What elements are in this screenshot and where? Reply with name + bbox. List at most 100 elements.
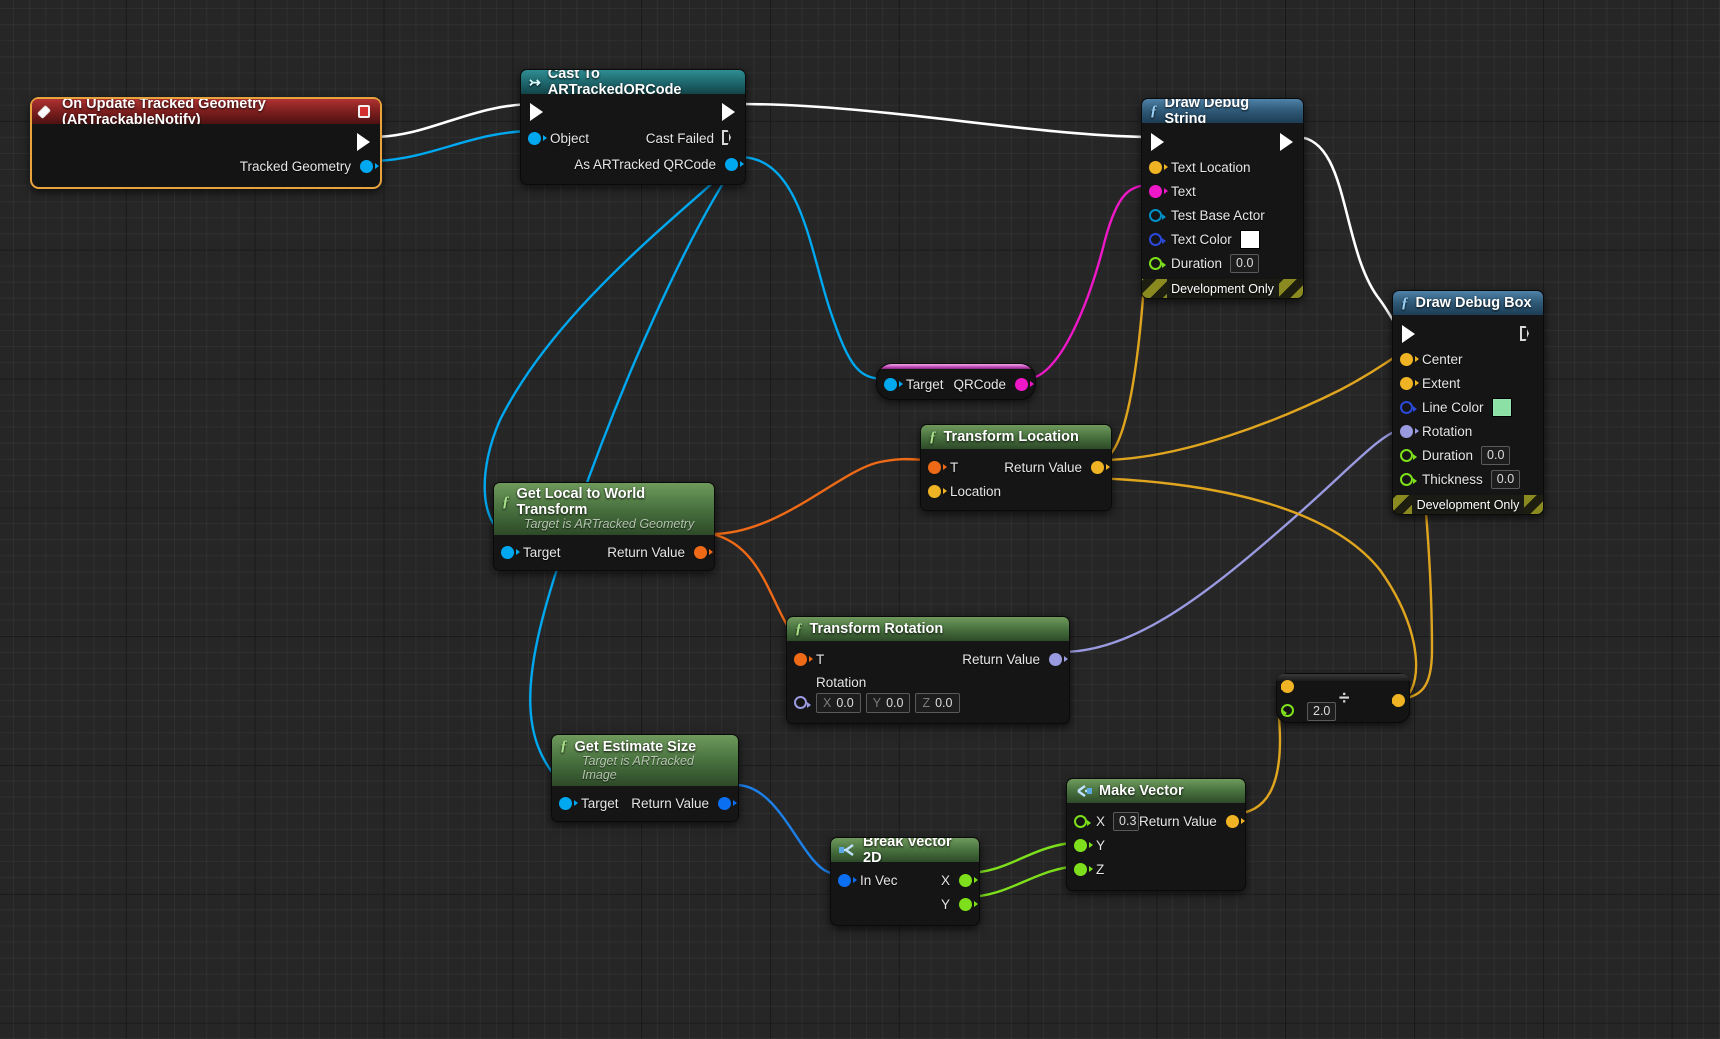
input-pin-extent[interactable]	[1400, 376, 1419, 390]
node-get-estimate-size[interactable]: ƒ Get Estimate Size Target is ARTracked …	[551, 734, 739, 822]
input-pin-y[interactable]	[1074, 838, 1093, 852]
pin-row-t[interactable]: T Return Value	[787, 647, 1069, 671]
pin-row-z[interactable]: Z	[1067, 857, 1245, 881]
node-get-local-to-world-transform[interactable]: ƒ Get Local to World Transform Target is…	[493, 482, 715, 571]
output-pin-qrcode[interactable]	[1015, 377, 1034, 391]
node-transform-location[interactable]: ƒ Transform Location T Return Value Loca…	[920, 424, 1112, 511]
exec-out-pin[interactable]	[722, 103, 736, 121]
pin-row-y[interactable]: Y	[1067, 833, 1245, 857]
pin-row-extent[interactable]: Extent	[1393, 371, 1543, 395]
input-pin-z[interactable]	[1074, 862, 1093, 876]
exec-out-pin[interactable]	[1280, 133, 1294, 151]
event-delegate-icon[interactable]	[358, 105, 370, 118]
pin-row-exec-out[interactable]	[32, 130, 380, 154]
node-event-on-update-tracked-geometry[interactable]: On Update Tracked Geometry (ARTrackableN…	[30, 97, 382, 189]
pin-row-t[interactable]: T Return Value	[921, 455, 1111, 479]
exec-in-pin[interactable]	[1402, 325, 1416, 343]
output-pin-return-value[interactable]	[1225, 814, 1245, 828]
pin-row-tracked-geometry[interactable]: Tracked Geometry	[32, 154, 380, 178]
exec-in-pin[interactable]	[530, 103, 544, 121]
pin-row-exec[interactable]	[1142, 129, 1303, 155]
input-pin-in-vec[interactable]	[838, 873, 857, 887]
color-swatch-line-color[interactable]	[1491, 397, 1512, 417]
exec-in-pin[interactable]	[1151, 133, 1165, 151]
pin-row-location[interactable]: Location	[921, 479, 1111, 503]
exec-out-pin[interactable]	[357, 133, 371, 151]
input-pin-duration[interactable]	[1400, 448, 1417, 462]
pin-row-center[interactable]: Center	[1393, 347, 1543, 371]
input-pin-location[interactable]	[928, 484, 947, 498]
color-swatch-text-color[interactable]	[1239, 229, 1260, 249]
input-pin-t[interactable]	[928, 460, 947, 474]
input-rotation-x[interactable]: X 0.0	[816, 693, 861, 713]
pin-row-duration[interactable]: Duration 0.0	[1142, 251, 1303, 275]
output-pin-return-value[interactable]	[694, 545, 713, 559]
pin-row-exec[interactable]	[521, 99, 745, 125]
pin-row-rotation[interactable]: Rotation X 0.0 Y 0.0 Z 0.0	[787, 671, 1069, 713]
node-cast-to-artrackedqrcode[interactable]: ↣ Cast To ARTrackedQRCode Object Cast Fa…	[520, 69, 746, 185]
input-value-duration[interactable]: 0.0	[1481, 445, 1511, 465]
node-make-vector[interactable]: Make Vector X 0.3 Return Value Y Z	[1066, 778, 1246, 891]
output-pin-x[interactable]	[959, 873, 978, 887]
input-pin-duration[interactable]	[1149, 256, 1166, 270]
pin-row-object[interactable]: Object Cast Failed	[521, 125, 745, 151]
input-pin-text[interactable]	[1149, 184, 1168, 198]
pin-row-target[interactable]: Target Return Value	[494, 540, 714, 564]
input-pin-b[interactable]	[1281, 704, 1294, 717]
input-value-x[interactable]: 0.3	[1113, 811, 1140, 831]
pin-label-return-value: Return Value	[631, 795, 709, 811]
input-rotation-z[interactable]: Z 0.0	[915, 693, 960, 713]
pin-row-target[interactable]: Target Return Value	[552, 791, 738, 815]
node-draw-debug-box[interactable]: ƒ Draw Debug Box Center Extent Line Colo…	[1392, 290, 1544, 515]
node-divide[interactable]: 2.0 ÷	[1276, 673, 1410, 723]
input-value-b[interactable]: 2.0	[1307, 702, 1337, 721]
input-value-thickness[interactable]: 0.0	[1490, 469, 1521, 489]
input-pin-target[interactable]	[884, 377, 903, 391]
pin-row-text[interactable]: Text	[1142, 179, 1303, 203]
input-pin-x[interactable]	[1074, 814, 1091, 828]
output-pin-return-value[interactable]	[718, 796, 737, 810]
output-pin-result[interactable]	[1392, 694, 1405, 707]
pin-row-text-location[interactable]: Text Location	[1142, 155, 1303, 179]
output-pin-return-value[interactable]	[1049, 652, 1068, 666]
pin-row-as-artracked-qrcode[interactable]: As ARTracked QRCode	[521, 151, 745, 177]
input-pin-text-location[interactable]	[1149, 160, 1168, 174]
exec-out-pin[interactable]	[1520, 325, 1534, 343]
node-title: On Update Tracked Geometry (ARTrackableN…	[62, 99, 266, 124]
pin-row-x[interactable]: X 0.3 Return Value	[1067, 809, 1245, 833]
node-transform-rotation[interactable]: ƒ Transform Rotation T Return Value Rota…	[786, 616, 1070, 724]
pin-row-line-color[interactable]: Line Color	[1393, 395, 1543, 419]
input-pin-rotation[interactable]	[794, 696, 811, 709]
pin-row-text-color[interactable]: Text Color	[1142, 227, 1303, 251]
pin-row-thickness[interactable]: Thickness 0.0	[1393, 467, 1543, 491]
node-draw-debug-string[interactable]: ƒ Draw Debug String Text Location Text T…	[1141, 98, 1304, 299]
pin-row-rotation[interactable]: Rotation	[1393, 419, 1543, 443]
pin-row-duration[interactable]: Duration 0.0	[1393, 443, 1543, 467]
input-pin-center[interactable]	[1400, 352, 1419, 366]
node-header: Break Vector 2D	[831, 838, 979, 862]
output-pin-object[interactable]	[360, 159, 379, 173]
pin-row-test-base-actor[interactable]: Test Base Actor	[1142, 203, 1303, 227]
node-get-qrcode[interactable]: Target QRCode	[876, 363, 1036, 400]
input-pin-text-color[interactable]	[1149, 232, 1166, 246]
node-break-vector-2d[interactable]: Break Vector 2D In Vec X Y	[830, 837, 980, 926]
pin-row-in-vec[interactable]: In Vec X	[831, 868, 979, 892]
pin-label: Text Location	[1171, 159, 1251, 175]
pin-row-exec[interactable]	[1393, 321, 1543, 347]
input-pin-target[interactable]	[501, 545, 520, 559]
output-pin-return-value[interactable]	[1091, 460, 1110, 474]
input-pin-t[interactable]	[794, 652, 813, 666]
exec-out-pin-cast-failed[interactable]	[722, 129, 736, 147]
output-pin-y[interactable]	[959, 897, 978, 911]
input-pin-target[interactable]	[559, 796, 578, 810]
input-pin-object[interactable]	[528, 131, 547, 145]
input-value-duration[interactable]: 0.0	[1230, 253, 1260, 273]
input-pin-test-base-actor[interactable]	[1149, 208, 1166, 222]
input-pin-a[interactable]	[1281, 680, 1294, 693]
pin-row-y[interactable]: Y	[831, 892, 979, 916]
input-pin-rotation[interactable]	[1400, 424, 1419, 438]
output-pin-as-artracked-qrcode[interactable]	[725, 157, 744, 171]
input-pin-line-color[interactable]	[1400, 400, 1417, 414]
input-rotation-y[interactable]: Y 0.0	[865, 693, 911, 713]
input-pin-thickness[interactable]	[1400, 472, 1417, 486]
